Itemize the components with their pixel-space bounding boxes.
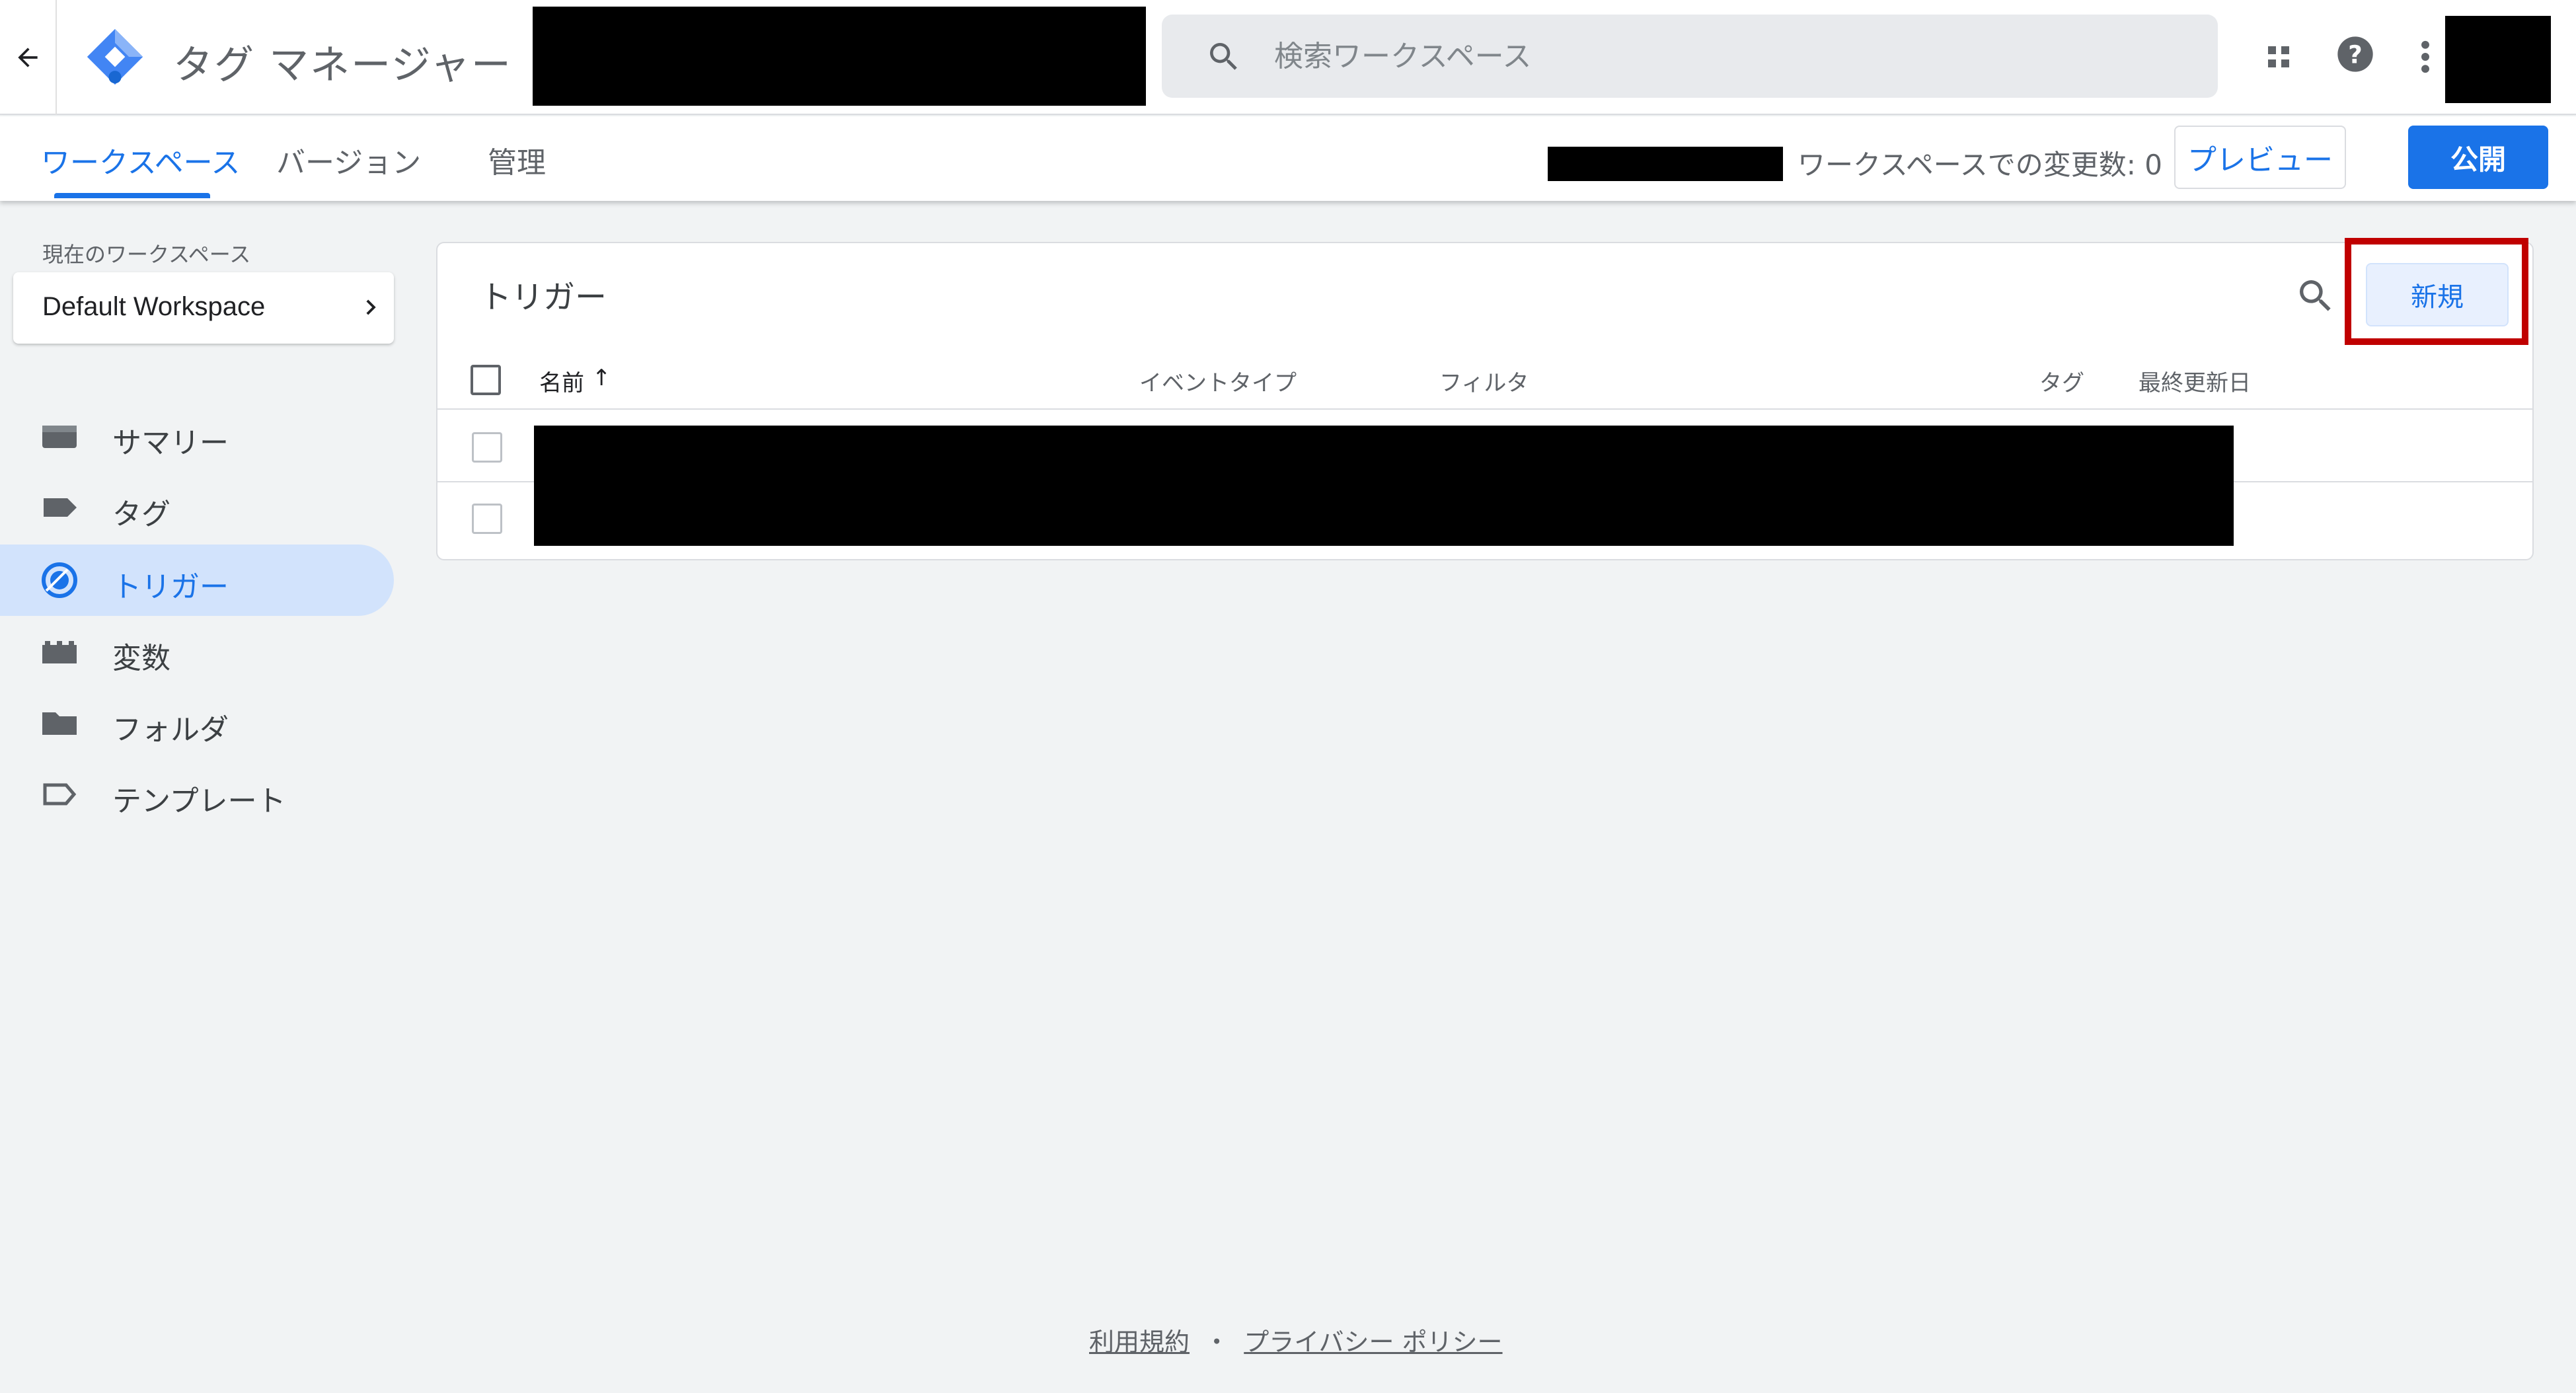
sidebar-item-summary[interactable]: サマリー (0, 400, 394, 472)
tab-versions[interactable]: バージョン (276, 139, 421, 181)
tab-workspace[interactable]: ワークスペース (41, 139, 240, 181)
footer-separator: ・ (1204, 1328, 1230, 1357)
workspace-changes-count: ワークスペースでの変更数: 0 (1798, 149, 2162, 181)
variables-icon (42, 641, 77, 663)
search-input[interactable] (1274, 15, 2186, 98)
help-button[interactable]: ? (2333, 32, 2378, 77)
terms-link[interactable]: 利用規約 (1089, 1328, 1190, 1357)
new-trigger-button[interactable]: 新規 (2366, 263, 2509, 326)
gtm-logo-icon (87, 28, 143, 85)
sidebar-item-triggers[interactable]: トリガー (0, 545, 394, 616)
workspace-selector[interactable]: Default Workspace (13, 272, 394, 344)
column-filter[interactable]: フィルタ (1439, 365, 1529, 397)
table-header: 名前 ↑ イベントタイプ フィルタ タグ 最終更新日 (437, 350, 2532, 410)
template-icon (43, 783, 77, 806)
top-app-bar: タグ マネージャー ? (0, 0, 2576, 115)
sidebar-item-variables[interactable]: 変数 (0, 616, 394, 687)
folder-icon (42, 712, 77, 735)
sidebar-item-label: フォルダ (112, 713, 229, 747)
publish-button[interactable]: 公開 (2408, 126, 2548, 189)
workspace-subnav: ワークスペース バージョン 管理 ワークスペースでの変更数: 0 プレビュー 公… (0, 116, 2576, 201)
page-title: トリガー (480, 279, 607, 316)
select-all-checkbox[interactable] (471, 365, 501, 395)
sidebar-item-folders[interactable]: フォルダ (0, 687, 394, 759)
redacted-trigger-rows (534, 426, 2234, 546)
privacy-policy-link[interactable]: プライバシー ポリシー (1244, 1328, 1502, 1357)
more-vert-icon (2421, 40, 2429, 73)
back-button[interactable] (0, 0, 57, 115)
app-title: タグ マネージャー (173, 42, 512, 89)
sidebar-item-templates[interactable]: テンプレート (0, 759, 394, 830)
summary-icon (42, 426, 77, 448)
back-arrow-icon (18, 48, 38, 67)
active-tab-indicator (54, 193, 210, 198)
redacted-workspace-label (1548, 147, 1783, 181)
sidebar-item-label: 変数 (112, 642, 170, 675)
workspace-name: Default Workspace (42, 292, 266, 321)
apps-button[interactable] (2256, 34, 2301, 79)
current-workspace-caption: 現在のワークスペース (42, 242, 251, 267)
tag-icon (44, 498, 77, 517)
help-icon: ? (2337, 36, 2373, 72)
sort-ascending-icon[interactable]: ↑ (592, 365, 611, 391)
column-name[interactable]: 名前 (539, 365, 584, 397)
column-last-edited[interactable]: 最終更新日 (2139, 365, 2251, 397)
workspace-search[interactable] (1162, 15, 2218, 98)
column-tags[interactable]: タグ (2039, 365, 2084, 397)
footer-links: 利用規約 ・ プライバシー ポリシー (1089, 1322, 1503, 1358)
svg-text:?: ? (2348, 40, 2363, 69)
row-checkbox[interactable] (472, 432, 502, 463)
search-icon[interactable] (2294, 275, 2337, 317)
triggers-card: トリガー 新規 名前 ↑ イベントタイプ フィルタ タグ 最終更新日 (436, 238, 2534, 560)
sidebar-item-label: トリガー (112, 570, 229, 604)
row-checkbox[interactable] (472, 504, 502, 534)
redacted-avatar[interactable] (2445, 16, 2551, 103)
sidebar-item-label: サマリー (112, 426, 229, 460)
column-event-type[interactable]: イベントタイプ (1139, 365, 1297, 397)
redacted-account-name (533, 7, 1146, 106)
more-options-button[interactable] (2406, 34, 2445, 79)
sidebar-item-label: テンプレート (112, 784, 286, 818)
trigger-icon (42, 562, 77, 598)
search-icon (1210, 43, 1237, 70)
chevron-right-icon (366, 299, 376, 315)
apps-grid-icon (2268, 46, 2289, 67)
sidebar-item-label: タグ (112, 498, 170, 531)
sidebar-item-tags[interactable]: タグ (0, 472, 394, 543)
tab-admin[interactable]: 管理 (488, 139, 546, 181)
preview-button[interactable]: プレビュー (2174, 126, 2346, 189)
